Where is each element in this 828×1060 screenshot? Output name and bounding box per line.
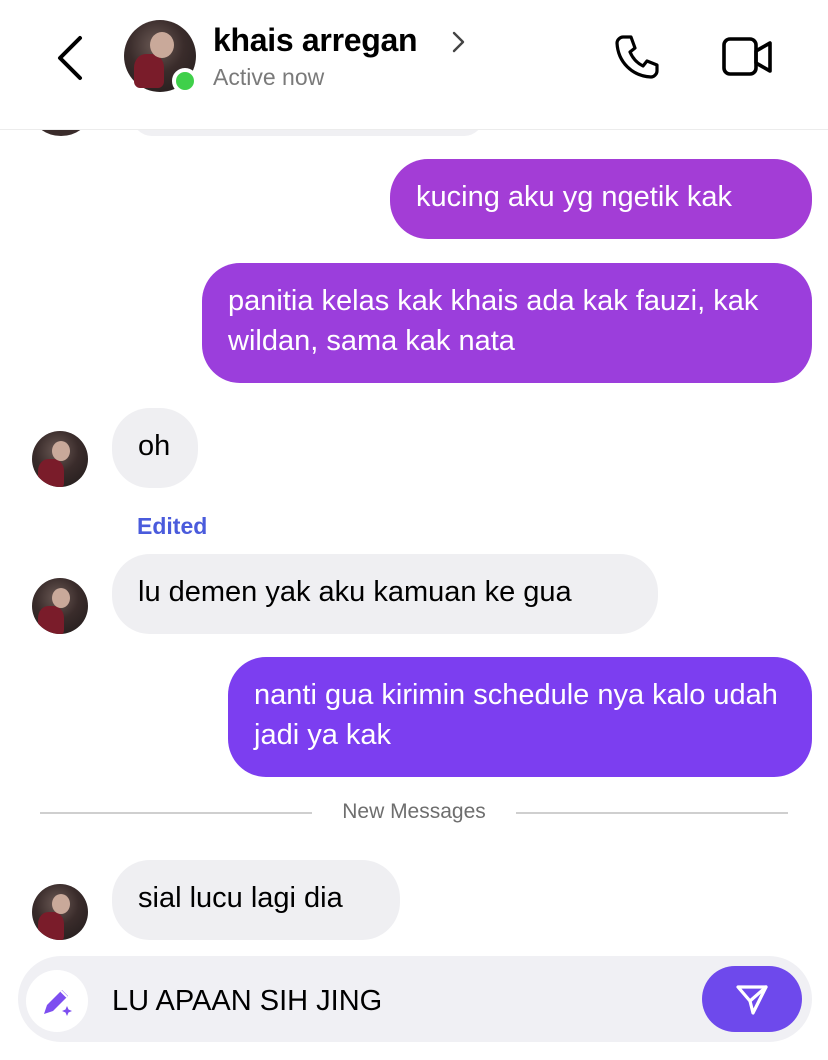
chat-header: khais arregan Active now (0, 0, 828, 130)
chat-screen: khais arregan Active now kucing aku yg n… (0, 0, 828, 1060)
contact-name[interactable]: khais arregan (213, 22, 418, 59)
incoming-message[interactable]: sial lucu lagi dia (112, 860, 400, 940)
paper-plane-icon (736, 985, 768, 1015)
new-messages-divider: New Messages (342, 800, 486, 823)
outgoing-message[interactable]: kucing aku yg ngetik kak (390, 159, 812, 239)
online-indicator (172, 68, 198, 94)
send-button[interactable] (702, 966, 802, 1032)
active-status: Active now (213, 64, 325, 90)
sender-avatar[interactable] (32, 431, 88, 487)
message-input[interactable] (112, 983, 672, 1019)
divider-line (40, 812, 312, 814)
back-button[interactable] (52, 30, 92, 86)
incoming-message[interactable]: lu demen yak aku kamuan ke gua (112, 554, 658, 634)
incoming-message[interactable]: oh (112, 408, 198, 488)
ai-compose-button[interactable] (26, 970, 88, 1032)
outgoing-message[interactable]: nanti gua kirimin schedule nya kalo udah… (228, 657, 812, 777)
call-button[interactable] (612, 32, 662, 82)
edited-label: Edited (137, 513, 208, 539)
video-camera-icon (722, 37, 772, 76)
sender-avatar[interactable] (32, 884, 88, 940)
pencil-sparkle-icon (44, 990, 72, 1016)
outgoing-message[interactable]: panitia kelas kak khais ada kak fauzi, k… (202, 263, 812, 383)
phone-icon (615, 35, 659, 79)
sender-avatar[interactable] (32, 578, 88, 634)
divider-line (516, 812, 788, 814)
video-call-button[interactable] (720, 34, 776, 80)
chevron-right-icon[interactable] (450, 30, 466, 54)
chevron-left-icon (58, 36, 82, 80)
